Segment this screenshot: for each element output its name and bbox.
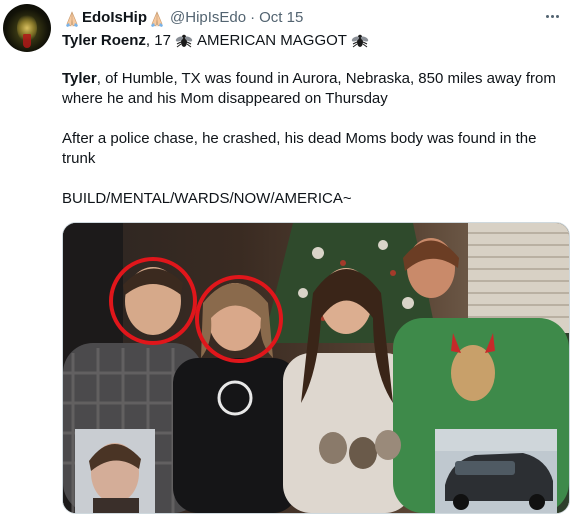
user-handle[interactable]: @HipIsEdo (170, 8, 246, 28)
timestamp[interactable]: Oct 15 (259, 8, 303, 28)
tweet-paragraph-text: , of Humble, TX was found in Aurora, Neb… (62, 70, 556, 107)
more-options-icon[interactable] (542, 7, 562, 25)
subject-tag: AMERICAN MAGGOT (196, 32, 347, 49)
avatar[interactable] (3, 4, 51, 52)
tweet-paragraph: Tyler, of Humble, TX was found in Aurora… (62, 69, 562, 109)
display-name[interactable]: EdoIsHip (82, 8, 147, 28)
subject-line: Tyler Roenz , 17 AMERICAN MAGGOT (62, 31, 373, 51)
family-photo-icon (63, 223, 569, 513)
separator-dot: · (250, 9, 256, 26)
tweet-bold-name: Tyler (62, 70, 97, 87)
tweet-header: EdoIsHip @HipIsEdo · Oct 15 (62, 8, 303, 28)
folded-hands-icon (149, 10, 165, 27)
folded-hands-icon (64, 10, 80, 27)
tweet-paragraph: After a police chase, he crashed, his de… (62, 130, 537, 167)
fly-icon (175, 33, 193, 49)
subject-age: , 17 (145, 32, 171, 49)
tweet-photo[interactable] (62, 222, 570, 514)
tweet-paragraph: BUILD/MENTAL/WARDS/NOW/AMERICA~ (62, 190, 352, 207)
fly-icon (351, 33, 369, 49)
subject-name: Tyler Roenz (62, 32, 146, 49)
